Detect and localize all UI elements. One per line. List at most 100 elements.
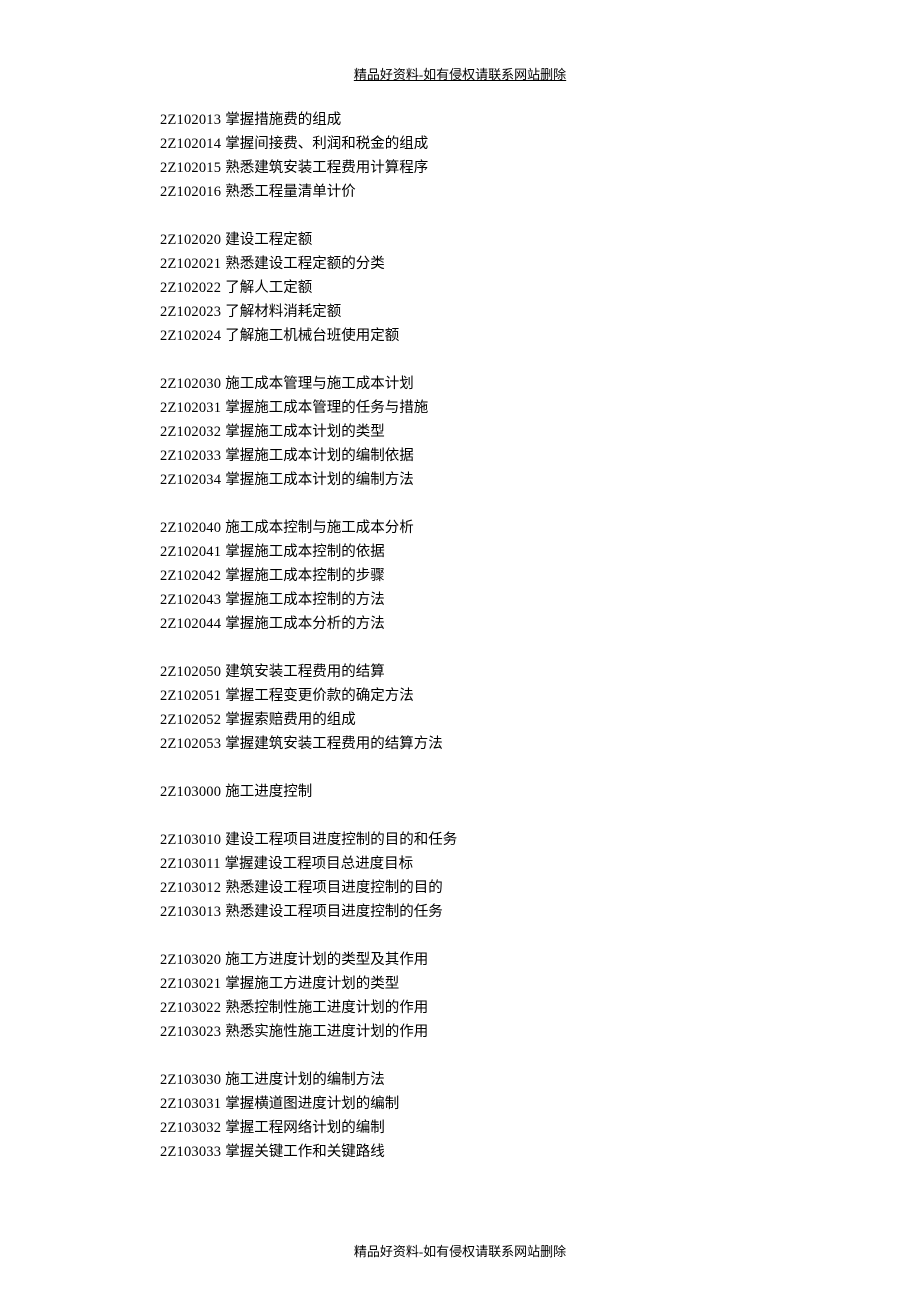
outline-row: 2Z103033掌握关键工作和关键路线 [160, 1140, 760, 1164]
page-footer: 精品好资料-如有侵权请联系网站删除 [160, 1241, 760, 1260]
item-code: 2Z102015 [160, 160, 221, 176]
outline-row: 2Z102050建筑安装工程费用的结算 [160, 660, 760, 684]
item-code: 2Z102053 [160, 736, 221, 752]
outline-row: 2Z103023熟悉实施性施工进度计划的作用 [160, 1020, 760, 1044]
item-text: 掌握间接费、利润和税金的组成 [225, 136, 428, 152]
item-text: 掌握措施费的组成 [225, 112, 341, 128]
outline-group: 2Z102020建设工程定额2Z102021熟悉建设工程定额的分类2Z10202… [160, 228, 760, 348]
outline-row: 2Z102053掌握建筑安装工程费用的结算方法 [160, 732, 760, 756]
outline-group: 2Z103010建设工程项目进度控制的目的和任务2Z103011掌握建设工程项目… [160, 828, 760, 924]
item-code: 2Z102016 [160, 184, 221, 200]
item-code: 2Z103000 [160, 784, 221, 800]
outline-row: 2Z102020建设工程定额 [160, 228, 760, 252]
outline-row: 2Z102031掌握施工成本管理的任务与措施 [160, 396, 760, 420]
document-body: 2Z102013掌握措施费的组成2Z102014掌握间接费、利润和税金的组成2Z… [160, 108, 760, 1188]
item-code: 2Z102032 [160, 424, 221, 440]
item-code: 2Z102024 [160, 328, 221, 344]
outline-group: 2Z102030施工成本管理与施工成本计划2Z102031掌握施工成本管理的任务… [160, 372, 760, 492]
item-text: 施工进度控制 [225, 784, 312, 800]
outline-row: 2Z103022熟悉控制性施工进度计划的作用 [160, 996, 760, 1020]
item-code: 2Z103023 [160, 1024, 221, 1040]
item-code: 2Z102043 [160, 592, 221, 608]
item-text: 掌握施工成本计划的类型 [225, 424, 385, 440]
outline-row: 2Z102041掌握施工成本控制的依据 [160, 540, 760, 564]
item-code: 2Z102051 [160, 688, 221, 704]
item-text: 施工成本控制与施工成本分析 [225, 520, 414, 536]
outline-row: 2Z102022了解人工定额 [160, 276, 760, 300]
item-code: 2Z102050 [160, 664, 221, 680]
outline-row: 2Z103012熟悉建设工程项目进度控制的目的 [160, 876, 760, 900]
item-code: 2Z103021 [160, 976, 221, 992]
outline-row: 2Z103013熟悉建设工程项目进度控制的任务 [160, 900, 760, 924]
outline-group: 2Z103030施工进度计划的编制方法2Z103031掌握横道图进度计划的编制2… [160, 1068, 760, 1164]
item-text: 掌握施工成本控制的步骤 [225, 568, 385, 584]
item-code: 2Z102030 [160, 376, 221, 392]
outline-row: 2Z102051掌握工程变更价款的确定方法 [160, 684, 760, 708]
item-code: 2Z102041 [160, 544, 221, 560]
outline-row: 2Z102030施工成本管理与施工成本计划 [160, 372, 760, 396]
item-code: 2Z102042 [160, 568, 221, 584]
item-text: 了解施工机械台班使用定额 [225, 328, 399, 344]
outline-row: 2Z102033掌握施工成本计划的编制依据 [160, 444, 760, 468]
outline-row: 2Z102042掌握施工成本控制的步骤 [160, 564, 760, 588]
item-code: 2Z102013 [160, 112, 221, 128]
item-text: 熟悉建设工程项目进度控制的任务 [225, 904, 443, 920]
outline-row: 2Z102023了解材料消耗定额 [160, 300, 760, 324]
outline-group: 2Z102050建筑安装工程费用的结算2Z102051掌握工程变更价款的确定方法… [160, 660, 760, 756]
outline-row: 2Z103032掌握工程网络计划的编制 [160, 1116, 760, 1140]
item-text: 建设工程项目进度控制的目的和任务 [225, 832, 457, 848]
item-text: 施工成本管理与施工成本计划 [225, 376, 414, 392]
item-code: 2Z103030 [160, 1072, 221, 1088]
item-code: 2Z102052 [160, 712, 221, 728]
item-text: 掌握索赔费用的组成 [225, 712, 356, 728]
outline-row: 2Z102015熟悉建筑安装工程费用计算程序 [160, 156, 760, 180]
page-header: 精品好资料-如有侵权请联系网站删除 [160, 64, 760, 83]
item-text: 施工方进度计划的类型及其作用 [225, 952, 428, 968]
outline-row: 2Z103000施工进度控制 [160, 780, 760, 804]
item-text: 掌握关键工作和关键路线 [225, 1144, 385, 1160]
outline-row: 2Z102034掌握施工成本计划的编制方法 [160, 468, 760, 492]
outline-row: 2Z102052掌握索赔费用的组成 [160, 708, 760, 732]
item-code: 2Z103012 [160, 880, 221, 896]
item-text: 熟悉建设工程项目进度控制的目的 [225, 880, 443, 896]
item-code: 2Z103011 [160, 856, 221, 872]
outline-row: 2Z102021熟悉建设工程定额的分类 [160, 252, 760, 276]
item-code: 2Z102044 [160, 616, 221, 632]
outline-group: 2Z103000施工进度控制 [160, 780, 760, 804]
outline-row: 2Z103020施工方进度计划的类型及其作用 [160, 948, 760, 972]
item-text: 掌握施工成本分析的方法 [225, 616, 385, 632]
item-code: 2Z102014 [160, 136, 221, 152]
item-code: 2Z102040 [160, 520, 221, 536]
outline-row: 2Z103021掌握施工方进度计划的类型 [160, 972, 760, 996]
item-text: 掌握建设工程项目总进度目标 [225, 856, 414, 872]
item-text: 熟悉工程量清单计价 [225, 184, 356, 200]
item-code: 2Z103031 [160, 1096, 221, 1112]
item-code: 2Z102020 [160, 232, 221, 248]
outline-group: 2Z102040施工成本控制与施工成本分析2Z102041掌握施工成本控制的依据… [160, 516, 760, 636]
item-code: 2Z102034 [160, 472, 221, 488]
outline-row: 2Z103031掌握横道图进度计划的编制 [160, 1092, 760, 1116]
outline-row: 2Z102016熟悉工程量清单计价 [160, 180, 760, 204]
item-text: 掌握工程网络计划的编制 [225, 1120, 385, 1136]
item-text: 掌握施工成本计划的编制依据 [225, 448, 414, 464]
item-code: 2Z102021 [160, 256, 221, 272]
outline-row: 2Z102032掌握施工成本计划的类型 [160, 420, 760, 444]
outline-row: 2Z103010建设工程项目进度控制的目的和任务 [160, 828, 760, 852]
item-text: 掌握施工成本管理的任务与措施 [225, 400, 428, 416]
outline-row: 2Z102014掌握间接费、利润和税金的组成 [160, 132, 760, 156]
item-text: 了解材料消耗定额 [225, 304, 341, 320]
outline-row: 2Z102040施工成本控制与施工成本分析 [160, 516, 760, 540]
item-text: 掌握施工方进度计划的类型 [225, 976, 399, 992]
outline-row: 2Z102044掌握施工成本分析的方法 [160, 612, 760, 636]
item-text: 建筑安装工程费用的结算 [225, 664, 385, 680]
item-code: 2Z103010 [160, 832, 221, 848]
outline-row: 2Z103011掌握建设工程项目总进度目标 [160, 852, 760, 876]
item-text: 建设工程定额 [225, 232, 312, 248]
item-text: 掌握施工成本计划的编制方法 [225, 472, 414, 488]
outline-row: 2Z103030施工进度计划的编制方法 [160, 1068, 760, 1092]
outline-row: 2Z102013掌握措施费的组成 [160, 108, 760, 132]
item-text: 掌握建筑安装工程费用的结算方法 [225, 736, 443, 752]
item-code: 2Z103033 [160, 1144, 221, 1160]
item-code: 2Z103022 [160, 1000, 221, 1016]
outline-row: 2Z102024了解施工机械台班使用定额 [160, 324, 760, 348]
